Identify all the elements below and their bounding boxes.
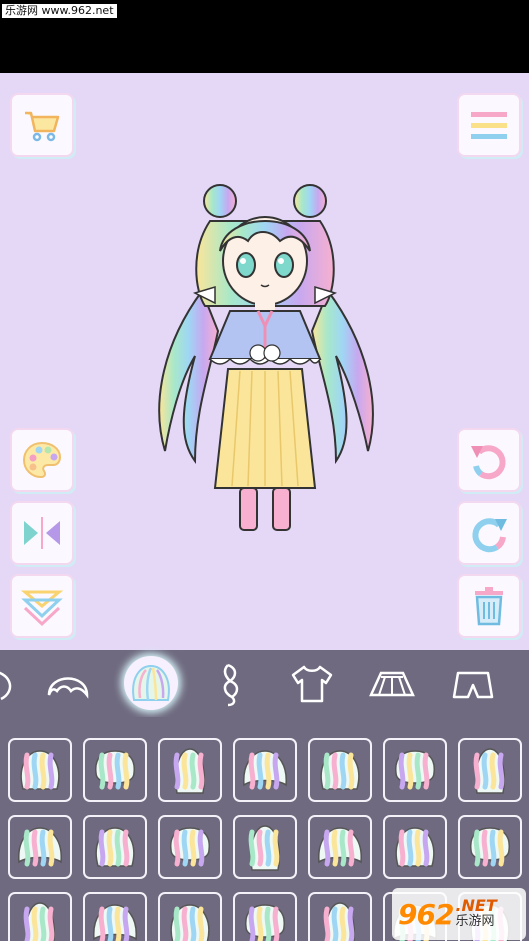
hair-item-cell[interactable] [158,815,222,879]
hair-thumbnail-icon [23,902,55,941]
hair-category-icon [132,664,170,701]
shorts-category-icon [452,671,494,699]
trash-icon [475,587,503,626]
tab-shorts[interactable] [447,658,499,710]
face-category-icon [0,671,12,701]
hair-item-cell[interactable] [83,815,147,879]
character-avatar [158,184,374,531]
redo-button[interactable] [459,503,519,563]
watermark-site: 乐游网 [455,914,495,929]
hair-thumbnail-icon [18,827,62,867]
tab-top[interactable] [286,658,338,710]
watermark-number: 962 [398,897,454,931]
menu-icon [471,112,507,139]
shop-button[interactable] [12,95,72,155]
hair-item-cell[interactable] [158,892,222,941]
hair-thumbnail-icon [173,748,205,794]
hair-thumbnail-icon [20,750,60,790]
hair-item-cell[interactable] [383,738,447,802]
hair-thumbnail-icon [470,827,510,867]
hair-thumbnail-icon [320,750,360,790]
color-palette-icon [22,441,62,479]
watermark-net: .NET [455,896,497,915]
hair-item-cell[interactable] [8,815,72,879]
hair-thumbnail-icon [248,825,280,871]
tab-hair[interactable] [124,656,178,710]
dress-up-canvas [0,73,529,650]
hair-item-cell[interactable] [8,892,72,941]
hair-thumbnail-icon [395,750,435,790]
category-tab-bar [0,650,529,717]
delete-button[interactable] [459,576,519,636]
left-pigtail [158,288,220,465]
hair-thumbnail-icon [170,827,210,867]
hair-item-cell[interactable] [8,738,72,802]
hair-thumbnail-icon [243,750,287,790]
layer-down-button[interactable] [12,576,72,636]
hair-item-cell[interactable] [233,815,297,879]
hair-thumbnail-icon [245,904,285,941]
menu-button[interactable] [459,95,519,155]
hair-item-cell[interactable] [308,815,372,879]
hair-item-cell[interactable] [233,892,297,941]
undo-button[interactable] [459,430,519,490]
bangs-category-icon [47,677,89,699]
shop-cart-icon [25,111,60,142]
tab-face[interactable] [0,658,30,710]
color-palette-button[interactable] [12,430,72,490]
hair-thumbnail-icon [95,827,135,867]
status-bar: 乐游网 www.962.net [0,0,529,73]
flip-button[interactable] [12,503,72,563]
hair-thumbnail-icon [93,904,137,941]
layer-down-icon [20,590,64,627]
hair-thumbnail-icon [473,748,505,794]
hair-item-cell[interactable] [383,815,447,879]
hair-item-cell[interactable] [458,815,522,879]
right-pigtail [310,288,374,465]
tab-bangs[interactable] [42,658,94,710]
hair-item-cell[interactable] [83,738,147,802]
app-window: 乐游网 www.962.net 962 .NET 乐游网 [0,0,529,941]
top-category-icon [291,665,333,703]
hair-thumbnail-icon [395,827,435,867]
tab-skirt[interactable] [366,658,418,710]
corner-watermark: 962 .NET 乐游网 [392,888,526,940]
skirt-category-icon [369,671,415,697]
tab-side-hair[interactable] [205,658,257,710]
hair-thumbnail-icon [170,904,210,941]
hair-item-cell[interactable] [158,738,222,802]
hair-item-cell[interactable] [233,738,297,802]
hair-thumbnail-icon [95,750,135,790]
hair-thumbnail-icon [323,902,355,941]
hair-item-cell[interactable] [83,892,147,941]
hair-item-cell[interactable] [458,738,522,802]
side-hair-category-icon [223,663,239,707]
flip-horizontal-icon [24,517,60,549]
redo-icon [472,518,507,553]
watermark-label: 乐游网 www.962.net [2,4,117,18]
hair-item-cell[interactable] [308,738,372,802]
undo-icon [471,445,506,480]
hair-thumbnail-icon [318,827,362,867]
hair-item-cell[interactable] [308,892,372,941]
